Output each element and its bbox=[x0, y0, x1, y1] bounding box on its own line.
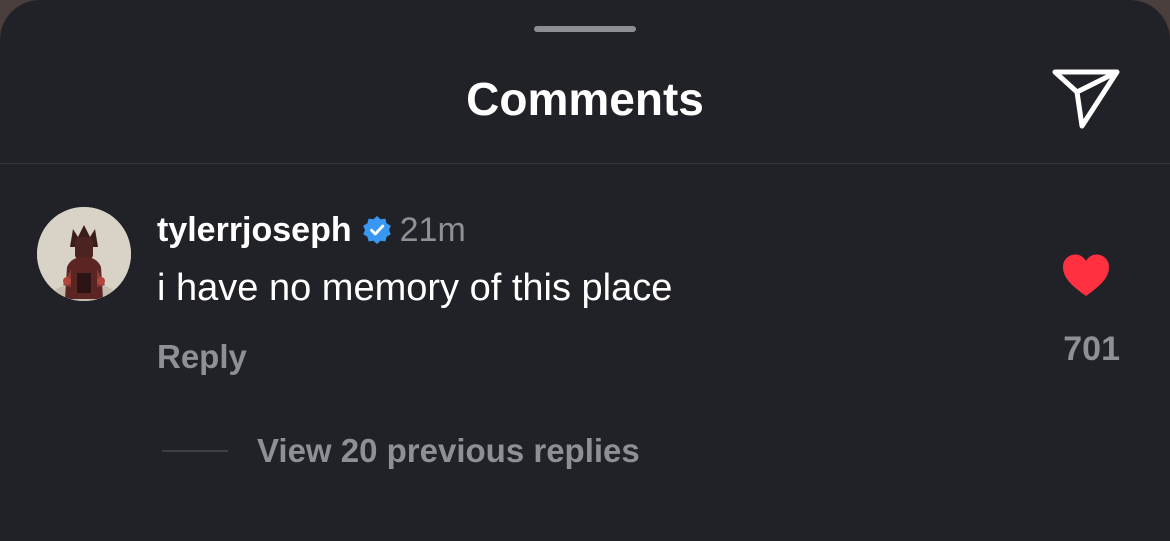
replies-divider bbox=[162, 450, 228, 452]
avatar[interactable] bbox=[37, 207, 131, 301]
share-button[interactable] bbox=[1050, 66, 1122, 130]
header-divider bbox=[0, 163, 1170, 164]
username[interactable]: tylerrjoseph bbox=[157, 211, 352, 250]
paper-plane-icon bbox=[1052, 69, 1120, 129]
sheet-title: Comments bbox=[466, 73, 704, 125]
comment-header: tylerrjoseph 21m bbox=[157, 208, 466, 252]
like-count: 701 bbox=[1063, 330, 1120, 368]
drag-handle[interactable] bbox=[534, 26, 636, 32]
view-replies-button[interactable]: View 20 previous replies bbox=[257, 430, 640, 472]
comment-timestamp: 21m bbox=[399, 210, 466, 249]
comments-sheet: Comments tylerrjoseph 21m i have no memo… bbox=[0, 0, 1170, 541]
comment-text: i have no memory of this place bbox=[157, 267, 673, 309]
verified-badge-icon bbox=[362, 215, 392, 245]
heart-filled-icon bbox=[1063, 254, 1109, 296]
like-button[interactable] bbox=[1061, 253, 1111, 297]
reply-button[interactable]: Reply bbox=[157, 336, 247, 378]
